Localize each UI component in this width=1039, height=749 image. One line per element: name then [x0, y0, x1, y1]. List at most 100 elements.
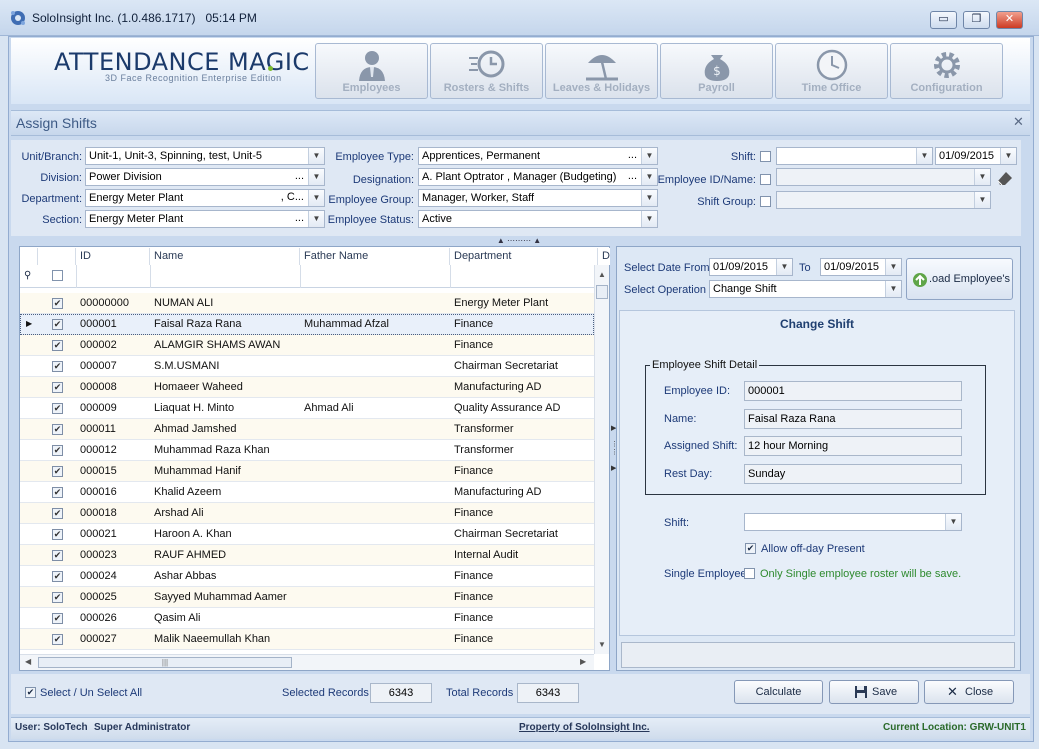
row-checkbox[interactable]: ✔ [52, 508, 63, 519]
row-checkbox[interactable]: ✔ [52, 529, 63, 540]
table-row[interactable]: ▶ ✔ 000001 Faisal Raza Rana Muhammad Afzal Fi… [20, 314, 594, 335]
scroll-right-icon[interactable]: ▶ [580, 657, 586, 666]
chevron-down-icon[interactable]: ▼ [776, 259, 792, 275]
table-row[interactable]: ✔ 000009 Liaquat H. Minto Ahmad Ali Quality … [20, 398, 594, 419]
shift-date-picker[interactable]: 01/09/2015 ▼ [935, 147, 1017, 165]
shift-group-checkbox[interactable] [760, 196, 771, 207]
emp-type-combo[interactable]: Apprentices, Permanent ... ▼ [418, 147, 658, 165]
designation-combo[interactable]: A. Plant Optrator , Manager (Budgeting) … [418, 168, 658, 186]
unit-combo[interactable]: Unit-1, Unit-3, Spinning, test, Unit-5 ▼ [85, 147, 325, 165]
row-checkbox[interactable]: ✔ [52, 403, 63, 414]
table-row[interactable]: ✔ 000027 Malik Naeemullah Khan Finance [20, 629, 594, 650]
chevron-down-icon[interactable]: ▼ [945, 514, 961, 530]
row-checkbox[interactable]: ✔ [52, 634, 63, 645]
save-button[interactable]: Save [829, 680, 919, 704]
chevron-down-icon[interactable]: ▼ [916, 148, 932, 164]
emp-id-filter-combo[interactable]: ▼ [776, 168, 991, 186]
eraser-icon[interactable] [995, 169, 1015, 187]
row-checkbox[interactable]: ✔ [52, 571, 63, 582]
minimize-button[interactable]: ▭ [930, 11, 957, 29]
row-checkbox[interactable]: ✔ [52, 319, 63, 330]
emp-type-more-button[interactable]: ... [628, 149, 637, 161]
department-combo[interactable]: Energy Meter Plant , C... ▼ [85, 189, 325, 207]
row-checkbox[interactable]: ✔ [52, 382, 63, 393]
column-header-father-name[interactable]: Father Name [300, 248, 450, 265]
close-window-button[interactable]: ✕ [996, 11, 1023, 29]
status-property-link[interactable]: Property of SoloInsight Inc. [519, 722, 650, 733]
division-more-button[interactable]: ... [295, 170, 304, 182]
detail-name-field[interactable]: Faisal Raza Rana [744, 409, 962, 429]
close-button[interactable]: ✕ Close [924, 680, 1014, 704]
row-checkbox[interactable]: ✔ [52, 361, 63, 372]
department-more-button[interactable]: , C... [281, 191, 304, 203]
operation-combo[interactable]: Change Shift ▼ [709, 280, 902, 298]
column-header-d[interactable]: D [598, 248, 610, 265]
scroll-left-icon[interactable]: ◀ [25, 657, 31, 666]
table-row[interactable]: ✔ 000012 Muhammad Raza Khan Transformer [20, 440, 594, 461]
emp-status-combo[interactable]: Active ▼ [418, 210, 658, 228]
section-more-button[interactable]: ... [295, 212, 304, 224]
splitter-grip[interactable]: ▲ ⋯⋯⋯ ▲ [486, 237, 552, 245]
nav-rosters-button[interactable]: Rosters & Shifts [430, 43, 543, 99]
allow-offday-checkbox[interactable]: ✔ [745, 543, 756, 554]
column-header-department[interactable]: Department [450, 248, 598, 265]
table-row[interactable]: ✔ 000008 Homaeer Waheed Manufacturing AD [20, 377, 594, 398]
shift-filter-combo[interactable]: ▼ [776, 147, 933, 165]
close-panel-icon[interactable]: ✕ [1013, 114, 1024, 130]
row-checkbox[interactable]: ✔ [52, 613, 63, 624]
new-shift-combo[interactable]: ▼ [744, 513, 962, 531]
detail-assigned-field[interactable]: 12 hour Morning [744, 436, 962, 456]
chevron-down-icon[interactable]: ▼ [974, 169, 990, 185]
table-row[interactable]: ✔ 000011 Ahmad Jamshed Transformer [20, 419, 594, 440]
row-checkbox[interactable]: ✔ [52, 340, 63, 351]
column-header-name[interactable]: Name [150, 248, 300, 265]
detail-emp-id-field[interactable]: 000001 [744, 381, 962, 401]
emp-group-combo[interactable]: Manager, Worker, Staff ▼ [418, 189, 658, 207]
chevron-down-icon[interactable]: ▼ [641, 148, 657, 164]
row-checkbox[interactable]: ✔ [52, 466, 63, 477]
calculate-button[interactable]: Calculate [734, 680, 823, 704]
detail-rest-field[interactable]: Sunday [744, 464, 962, 484]
single-employee-checkbox[interactable] [744, 568, 755, 579]
scroll-down-icon[interactable]: ▼ [598, 640, 606, 649]
table-row[interactable]: ✔ 000026 Qasim Ali Finance [20, 608, 594, 629]
chevron-down-icon[interactable]: ▼ [641, 211, 657, 227]
shift-filter-checkbox[interactable] [760, 151, 771, 162]
table-row[interactable]: ✔ 000024 Ashar Abbas Finance [20, 566, 594, 587]
vertical-scrollbar[interactable]: ▲ ▼ [594, 265, 609, 654]
nav-leaves-button[interactable]: Leaves & Holidays [545, 43, 658, 99]
column-header-id[interactable]: ID [76, 248, 150, 265]
filter-row-checkbox[interactable] [52, 270, 63, 281]
scroll-thumb[interactable] [596, 285, 608, 299]
date-to-picker[interactable]: 01/09/2015 ▼ [820, 258, 902, 276]
table-row[interactable]: ✔ 000007 S.M.USMANI Chairman Secretariat [20, 356, 594, 377]
load-employees-button[interactable]: .oad Employee's [906, 258, 1013, 300]
chevron-down-icon[interactable]: ▼ [1000, 148, 1016, 164]
nav-payroll-button[interactable]: $ Payroll [660, 43, 773, 99]
table-row[interactable]: ✔ 000021 Haroon A. Khan Chairman Secretaria… [20, 524, 594, 545]
row-checkbox[interactable]: ✔ [52, 424, 63, 435]
chevron-down-icon[interactable]: ▼ [885, 281, 901, 297]
shift-group-combo[interactable]: ▼ [776, 191, 991, 209]
row-checkbox[interactable]: ✔ [52, 592, 63, 603]
nav-employees-button[interactable]: Employees [315, 43, 428, 99]
table-row[interactable]: ✔ 000023 RAUF AHMED Internal Audit [20, 545, 594, 566]
table-row[interactable]: ✔ 000016 Khalid Azeem Manufacturing AD [20, 482, 594, 503]
table-row[interactable]: ✔ 000025 Sayyed Muhammad Aamer Finance [20, 587, 594, 608]
filter-pin-icon[interactable]: ⚲ [24, 270, 31, 281]
section-combo[interactable]: Energy Meter Plant ... ▼ [85, 210, 325, 228]
nav-configuration-button[interactable]: Configuration [890, 43, 1003, 99]
chevron-down-icon[interactable]: ▼ [885, 259, 901, 275]
emp-id-filter-checkbox[interactable] [760, 174, 771, 185]
table-row[interactable]: ✔ 00000000 NUMAN ALI Energy Meter Plant [20, 293, 594, 314]
chevron-down-icon[interactable]: ▼ [974, 192, 990, 208]
row-checkbox[interactable]: ✔ [52, 298, 63, 309]
check-column-header[interactable] [38, 248, 76, 265]
hscroll-thumb[interactable]: ||| [38, 657, 292, 668]
chevron-down-icon[interactable]: ▼ [641, 190, 657, 206]
row-checkbox[interactable]: ✔ [52, 445, 63, 456]
table-row[interactable]: ✔ 000018 Arshad Ali Finance [20, 503, 594, 524]
scroll-up-icon[interactable]: ▲ [598, 270, 606, 279]
table-row[interactable]: ✔ 000002 ALAMGIR SHAMS AWAN Finance [20, 335, 594, 356]
restore-button[interactable]: ❐ [963, 11, 990, 29]
